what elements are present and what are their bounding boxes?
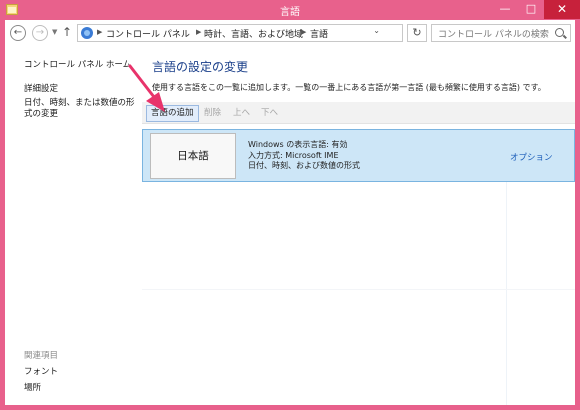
- annotation-arrow-icon: [128, 64, 165, 112]
- window: 言語 — □ ✕ ← → ▼ ↑ ▶ コントロール パネル ▶ 時計、言語、およ…: [0, 0, 580, 410]
